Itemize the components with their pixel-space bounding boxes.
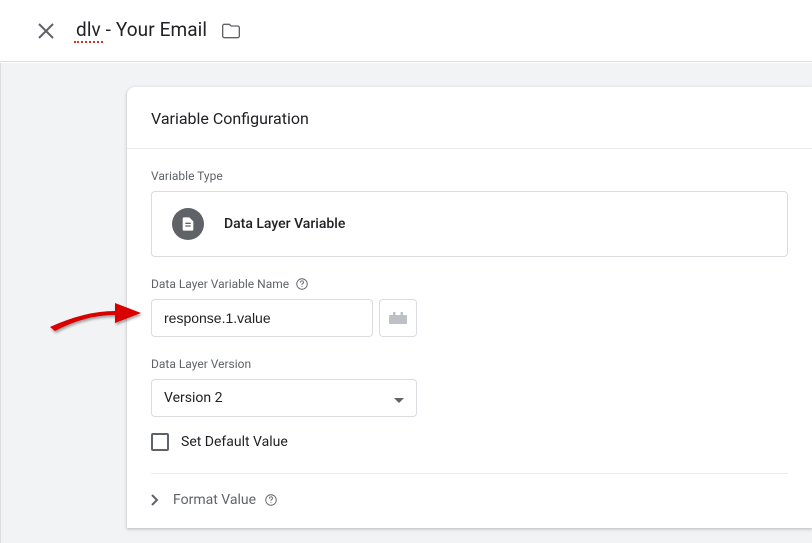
help-icon[interactable]	[264, 493, 278, 507]
folder-icon[interactable]	[221, 21, 241, 41]
default-value-label: Set Default Value	[181, 434, 288, 450]
variable-type-section: Variable Type Data Layer Variable	[127, 149, 812, 257]
title-suffix: - Your Email	[101, 18, 207, 41]
version-label: Data Layer Version	[151, 357, 788, 371]
workspace-background: Variable Configuration Variable Type Dat…	[0, 63, 812, 543]
variable-type-selector[interactable]: Data Layer Variable	[151, 191, 788, 257]
variable-type-value: Data Layer Variable	[224, 216, 345, 232]
format-value-label: Format Value	[173, 492, 278, 508]
default-value-checkbox[interactable]: Set Default Value	[151, 417, 788, 473]
config-panel: Variable Configuration Variable Type Dat…	[127, 87, 812, 528]
panel-heading: Variable Configuration	[127, 87, 812, 149]
close-icon[interactable]	[34, 19, 58, 43]
variable-name-input[interactable]: dlv - Your Email	[76, 18, 207, 43]
name-section: Data Layer Variable Name	[127, 257, 812, 337]
variable-picker-button[interactable]	[379, 299, 417, 337]
help-icon[interactable]	[295, 277, 309, 291]
top-bar: dlv - Your Email	[0, 0, 812, 62]
title-prefix: dlv	[76, 18, 101, 41]
version-value: Version 2	[164, 390, 222, 406]
variable-type-label: Variable Type	[151, 169, 788, 183]
name-label: Data Layer Variable Name	[151, 277, 788, 291]
caret-down-icon	[394, 389, 404, 408]
format-value-toggle[interactable]: Format Value	[151, 474, 788, 508]
data-layer-icon	[172, 208, 204, 240]
version-section: Data Layer Version Version 2 Set Default…	[127, 337, 812, 508]
version-select[interactable]: Version 2	[151, 379, 417, 417]
name-input[interactable]	[151, 299, 373, 337]
chevron-right-icon	[151, 494, 159, 506]
checkbox-icon	[151, 433, 169, 451]
